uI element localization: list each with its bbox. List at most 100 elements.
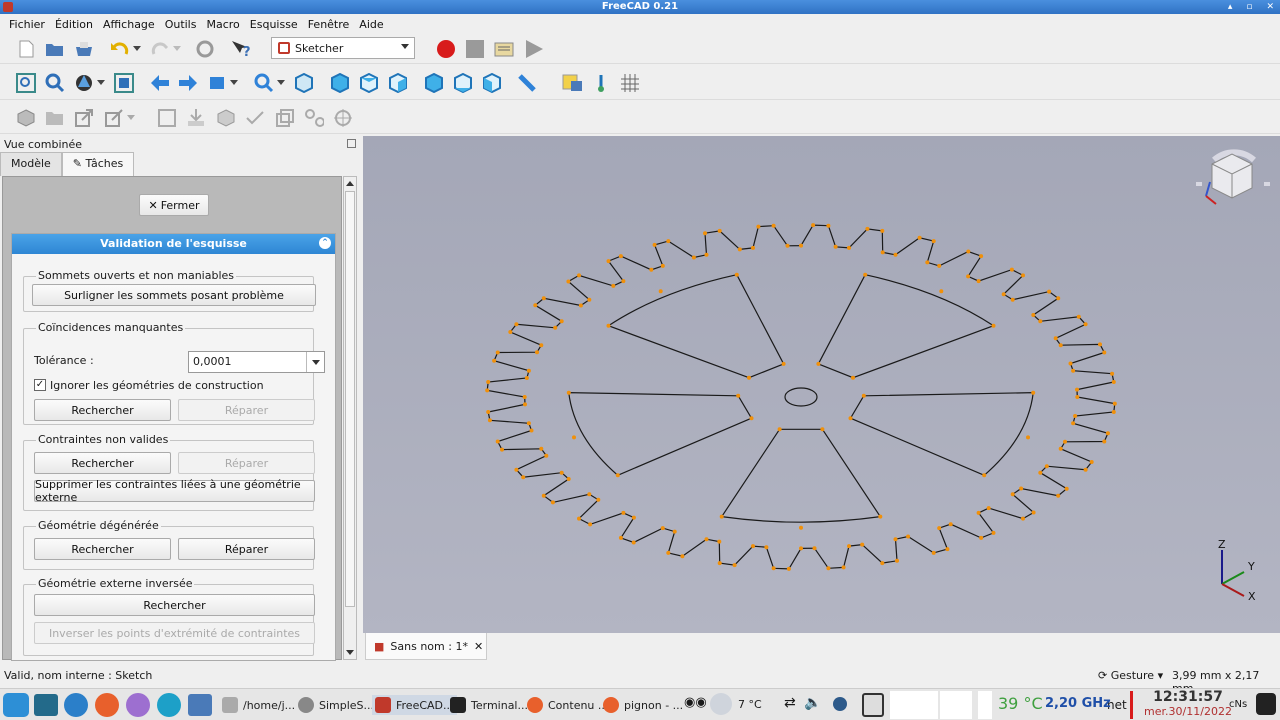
sketch-vertex[interactable]	[833, 244, 838, 249]
sketch-vertex[interactable]	[1071, 368, 1076, 373]
sketch-vertex[interactable]	[526, 421, 531, 426]
sketch-vertex[interactable]	[976, 279, 981, 284]
link-actions-dropdown-icon[interactable]	[126, 108, 136, 128]
taskbar-item-pignon[interactable]: pignon - ...	[603, 697, 683, 713]
grid-icon[interactable]	[620, 73, 640, 93]
front-view-icon[interactable]	[330, 73, 350, 93]
sketch-vertex[interactable]	[1073, 414, 1078, 418]
isometric-view-icon[interactable]	[294, 73, 314, 93]
sketch-vertex[interactable]	[541, 296, 546, 301]
minimize-button[interactable]: ▴	[1228, 0, 1233, 14]
reorient-icon[interactable]	[216, 108, 236, 128]
power-icon[interactable]	[1256, 693, 1276, 715]
navigation-cube[interactable]	[1184, 142, 1274, 232]
sketch-vertex[interactable]	[717, 228, 722, 233]
sketch-vertex[interactable]	[486, 410, 491, 414]
rear-view-icon[interactable]	[424, 73, 444, 93]
sketch-vertex[interactable]	[1010, 297, 1015, 302]
volume-icon[interactable]: 🔈	[804, 695, 821, 711]
fix-invalid-constraints-button[interactable]: Réparer	[178, 452, 315, 474]
sketch-vertex[interactable]	[1075, 387, 1079, 392]
sketch-vertex[interactable]	[495, 439, 500, 444]
document-tab[interactable]: ■ Sans nom : 1* ✕	[365, 633, 487, 660]
sketch-new-icon[interactable]	[157, 108, 177, 128]
home-folder-icon[interactable]	[188, 694, 212, 716]
back-arrow-icon[interactable]	[150, 73, 170, 93]
mirror-sketch-icon[interactable]	[304, 108, 324, 128]
sketch-vertex[interactable]	[658, 289, 663, 294]
delete-external-constraints-button[interactable]: Supprimer les contraintes liées à une gé…	[34, 478, 315, 504]
clipboard-icon[interactable]	[862, 693, 884, 717]
forward-arrow-icon[interactable]	[178, 73, 198, 93]
fit-all-icon[interactable]	[16, 73, 36, 93]
taskbar-item-home[interactable]: /home/j...	[222, 697, 295, 713]
sketch-vertex[interactable]	[861, 393, 866, 398]
sketch-vertex[interactable]	[522, 395, 527, 399]
draw-style-icon[interactable]	[74, 73, 94, 93]
sketch-vertex[interactable]	[566, 279, 571, 284]
sketch-vertex[interactable]	[976, 510, 981, 515]
sketch-vertex[interactable]	[848, 416, 853, 421]
sketch-vertex[interactable]	[691, 255, 696, 260]
sketch-vertex[interactable]	[606, 323, 611, 328]
sketch-vertex[interactable]	[979, 535, 984, 540]
sketch-vertex[interactable]	[649, 267, 654, 272]
find-reversed-button[interactable]: Rechercher	[34, 594, 315, 616]
sketch-vertex[interactable]	[812, 546, 817, 551]
sketch-vertex[interactable]	[925, 260, 930, 265]
sketch-vertex[interactable]	[991, 530, 996, 535]
sketch-vertex[interactable]	[666, 550, 671, 555]
sketch-vertex[interactable]	[732, 563, 737, 568]
sketch-vertex[interactable]	[514, 322, 519, 327]
sketch-vertex[interactable]	[1071, 421, 1076, 426]
sketch-vertex[interactable]	[966, 274, 971, 279]
sketch-vertex[interactable]	[680, 554, 685, 559]
sketch-vertex[interactable]	[771, 566, 776, 571]
menu-file[interactable]: Fichier	[4, 18, 50, 31]
sketch-vertex[interactable]	[587, 492, 592, 497]
sketch-vertex[interactable]	[577, 273, 581, 278]
thunderbird-icon[interactable]	[64, 693, 88, 717]
sync-dropdown-icon[interactable]	[229, 73, 239, 93]
sketch-vertex[interactable]	[618, 254, 623, 259]
sketch-vertex[interactable]	[578, 303, 583, 308]
app-launcher-icon[interactable]	[126, 693, 150, 717]
taskbar-item-contenu[interactable]: Contenu ...	[527, 697, 608, 713]
sync-view-icon[interactable]	[208, 73, 228, 93]
taskbar-item-freecad[interactable]: FreeCAD...	[372, 695, 457, 715]
macro-play-icon[interactable]	[524, 39, 544, 59]
menu-window[interactable]: Fenêtre	[303, 18, 355, 31]
start-menu-icon[interactable]	[3, 693, 29, 717]
sketch-vertex[interactable]	[820, 427, 825, 432]
open-folder-icon[interactable]	[45, 39, 65, 59]
sketch-vertex[interactable]	[764, 545, 769, 550]
sketch-vertex[interactable]	[982, 473, 987, 478]
float-panel-icon[interactable]	[347, 139, 356, 148]
undo-icon[interactable]	[110, 39, 130, 59]
sketch-vertex[interactable]	[672, 529, 677, 534]
sketch-vertex[interactable]	[1110, 371, 1115, 376]
sketch-vertex[interactable]	[508, 330, 513, 334]
task-panel-scrollbar[interactable]	[343, 176, 357, 660]
sketch-vertex[interactable]	[566, 390, 571, 395]
sketch-vertex[interactable]	[717, 561, 722, 566]
sketch-vertex[interactable]	[1063, 439, 1067, 444]
sketch-vertex[interactable]	[931, 239, 936, 244]
sketch-vertex[interactable]	[500, 447, 504, 452]
menu-tools[interactable]: Outils	[160, 18, 202, 31]
sketch-vertex[interactable]	[596, 497, 601, 502]
close-window-button[interactable]: ✕	[1266, 0, 1274, 14]
sketch-vertex[interactable]	[1102, 350, 1107, 355]
sketch-vertex[interactable]	[606, 259, 611, 264]
clock[interactable]: 12:31:57 mer.30/11/2022	[1138, 689, 1238, 718]
sketch-vertex[interactable]	[847, 245, 851, 250]
sketch-vertex[interactable]	[541, 493, 546, 498]
taskbar-item-terminal[interactable]: Terminal...	[450, 697, 528, 713]
sketch-vertex[interactable]	[860, 542, 865, 547]
sketch-vertex[interactable]	[539, 446, 544, 451]
sketch-vertex[interactable]	[1076, 314, 1081, 319]
right-view-icon[interactable]	[388, 73, 408, 93]
sketch-vertex[interactable]	[1026, 435, 1030, 440]
sketch-vertex[interactable]	[572, 435, 576, 440]
sketch-vertex[interactable]	[1083, 467, 1088, 472]
